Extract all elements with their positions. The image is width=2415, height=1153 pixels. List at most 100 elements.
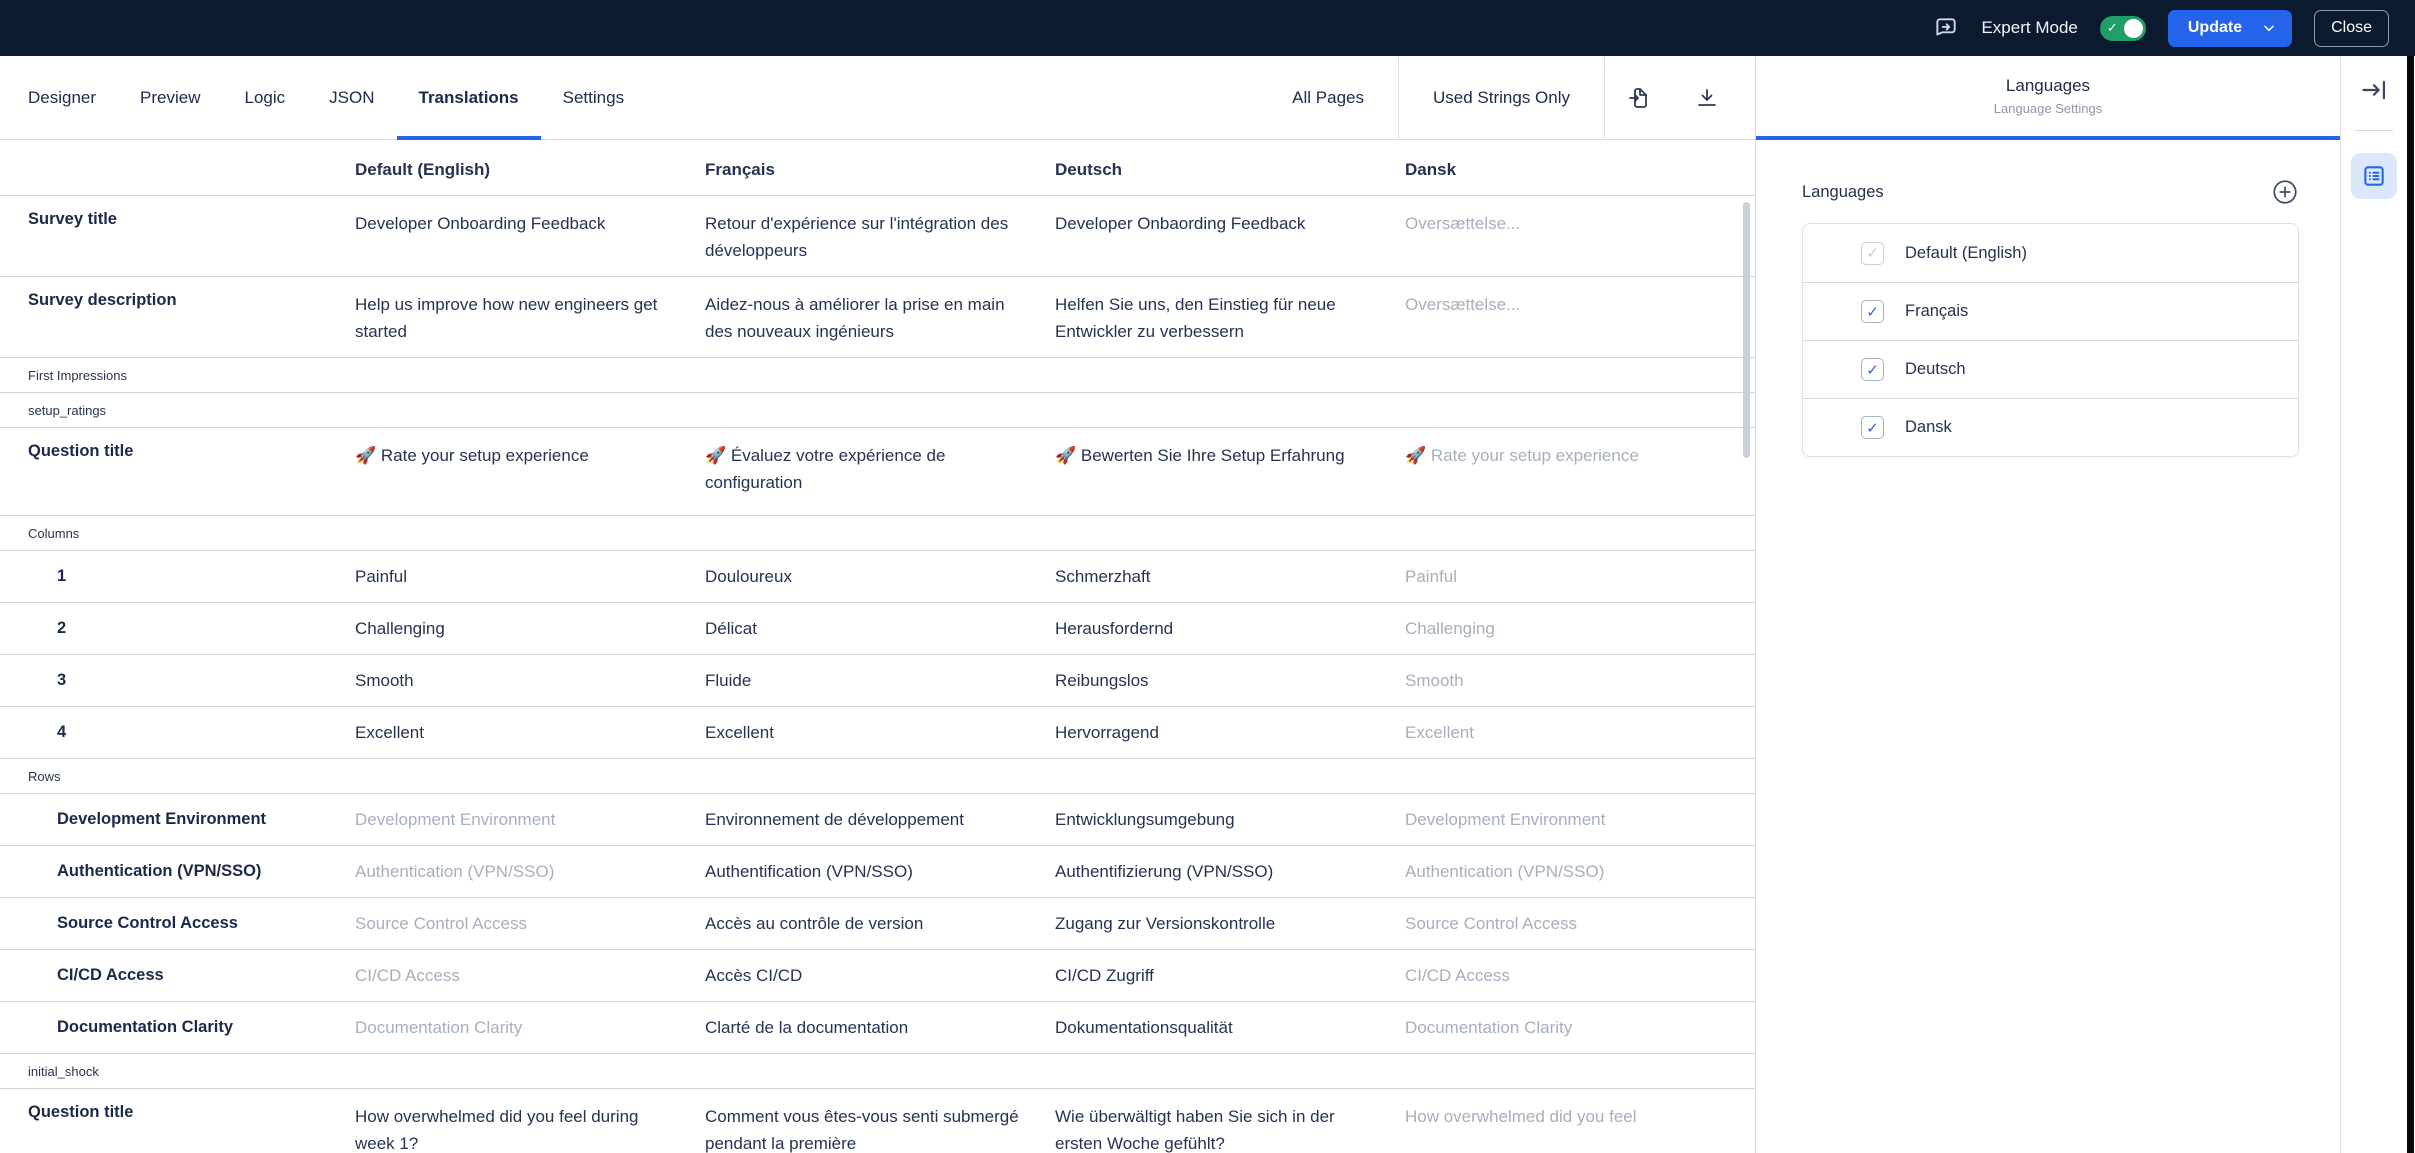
translation-cell[interactable]: Developer Onboarding Feedback [355,210,705,276]
table-row: Question titleHow overwhelmed did you fe… [0,1089,1755,1153]
translation-cell[interactable]: Development Environment [1405,806,1755,833]
translation-cell[interactable]: Painful [1405,563,1755,590]
import-strings-icon[interactable] [1605,56,1673,139]
tab-preview[interactable]: Preview [118,56,222,139]
column-header: Dansk [1405,156,1755,183]
translation-cell[interactable]: Authentication (VPN/SSO) [1405,858,1755,885]
translation-cell[interactable]: Excellent [355,719,705,746]
translation-cell[interactable]: 🚀 Évaluez votre expérience de configurat… [705,442,1055,515]
add-language-icon[interactable] [2271,178,2299,206]
language-label: Français [1905,302,1968,321]
row-label: CI/CD Access [0,966,355,985]
translation-cell[interactable]: Accès au contrôle de version [705,910,1055,937]
translation-cell[interactable]: Challenging [355,615,705,642]
row-label: Survey description [0,291,355,357]
translation-cell[interactable]: Herausfordernd [1055,615,1405,642]
translation-cell[interactable]: Source Control Access [1405,910,1755,937]
language-row[interactable]: ✓Deutsch [1803,340,2298,398]
translation-cell[interactable]: How overwhelmed did you feel during week… [355,1103,705,1153]
language-label: Dansk [1905,418,1952,437]
translation-cell[interactable]: Fluide [705,667,1055,694]
translation-cell[interactable]: Entwicklungsumgebung [1055,806,1405,833]
translations-table: Default (English)FrançaisDeutschDansk Su… [0,140,1755,1153]
translation-cell[interactable]: Challenging [1405,615,1755,642]
row-label: Question title [0,1103,355,1153]
language-checkbox[interactable]: ✓ [1861,358,1884,381]
translation-cell[interactable]: Comment vous êtes-vous senti submergé pe… [705,1103,1055,1153]
translation-cell[interactable]: Smooth [1405,667,1755,694]
panel-title: Languages [2006,76,2090,96]
tab-logic[interactable]: Logic [223,56,308,139]
language-row[interactable]: ✓ Dansk [1803,398,2298,456]
translation-cell[interactable]: Help us improve how new engineers get st… [355,291,705,357]
translation-cell[interactable]: Clarté de la documentation [705,1014,1055,1041]
translation-cell[interactable]: Dokumentationsqualität [1055,1014,1405,1041]
translation-cell[interactable]: Oversættelse... [1405,210,1755,276]
translation-cell[interactable]: Accès CI/CD [705,962,1055,989]
translation-cell[interactable]: Authentication (VPN/SSO) [355,858,705,885]
language-row[interactable]: ✓Default (English) [1803,224,2298,282]
language-checkbox[interactable]: ✓ [1861,300,1884,323]
translation-cell[interactable]: Aidez-nous à améliorer la prise en main … [705,291,1055,357]
all-pages-dropdown[interactable]: All Pages [1258,56,1398,139]
update-button[interactable]: Update [2168,10,2292,47]
translation-cell[interactable]: Douloureux [705,563,1055,590]
table-row: Survey titleDeveloper Onboarding Feedbac… [0,196,1755,277]
translation-cell[interactable]: Oversættelse... [1405,291,1755,357]
row-label: 3 [0,671,355,690]
used-strings-dropdown[interactable]: Used Strings Only [1399,56,1604,139]
translation-cell[interactable]: CI/CD Zugriff [1055,962,1405,989]
translation-cell[interactable]: Authentifizierung (VPN/SSO) [1055,858,1405,885]
row-label: Documentation Clarity [0,1018,355,1037]
translation-cell[interactable]: Wie überwältigt haben Sie sich in der er… [1055,1103,1405,1153]
translation-cell[interactable]: Excellent [1405,719,1755,746]
table-header-row: Default (English)FrançaisDeutschDansk [0,140,1755,196]
translation-cell[interactable]: Documentation Clarity [355,1014,705,1041]
tab-translations[interactable]: Translations [397,56,541,139]
translation-cell[interactable]: Zugang zur Versionskontrolle [1055,910,1405,937]
window-edge [2407,56,2414,1153]
tab-settings[interactable]: Settings [541,56,646,139]
rail-divider [2355,130,2393,131]
section-row: setup_ratings [0,393,1755,428]
translation-cell[interactable]: Environnement de développement [705,806,1055,833]
translation-cell[interactable]: Development Environment [355,806,705,833]
translation-cell[interactable]: Retour d'expérience sur l'intégration de… [705,210,1055,276]
translation-cell[interactable]: How overwhelmed did you feel [1405,1103,1755,1153]
translation-cell[interactable]: Helfen Sie uns, den Einstieg für neue En… [1055,291,1405,357]
language-row[interactable]: ✓ Français [1803,282,2298,340]
panel-header: Languages Language Settings [1756,56,2340,140]
language-checkbox[interactable]: ✓ [1861,416,1884,439]
translation-cell[interactable]: Authentification (VPN/SSO) [705,858,1055,885]
vertical-scrollbar[interactable] [1743,202,1750,458]
translation-cell[interactable]: Reibungslos [1055,667,1405,694]
row-label: 2 [0,619,355,638]
language-checkbox: ✓ [1861,242,1884,265]
close-button[interactable]: Close [2314,10,2389,47]
feedback-icon[interactable] [1933,15,1959,41]
tabbar: DesignerPreviewLogicJSONTranslationsSett… [0,56,1755,140]
table-row: Development Environment Development Envir… [0,794,1755,846]
tab-json[interactable]: JSON [307,56,396,139]
tab-designer[interactable]: Designer [6,56,118,139]
expert-mode-toggle[interactable]: ✓ [2100,16,2146,41]
collapse-panel-icon[interactable] [2360,76,2388,104]
translation-cell[interactable]: Source Control Access [355,910,705,937]
translation-cell[interactable]: Smooth [355,667,705,694]
translation-cell[interactable]: 🚀 Bewerten Sie Ihre Setup Erfahrung [1055,442,1405,515]
export-strings-icon[interactable] [1673,56,1741,139]
translation-cell[interactable]: Documentation Clarity [1405,1014,1755,1041]
language-settings-icon[interactable] [2351,153,2397,199]
side-icon-rail [2340,56,2407,1153]
creator-tabs: DesignerPreviewLogicJSONTranslationsSett… [6,56,646,139]
translation-cell[interactable]: Délicat [705,615,1055,642]
translation-cell[interactable]: CI/CD Access [1405,962,1755,989]
translation-cell[interactable]: 🚀 Rate your setup experience [355,442,705,515]
translation-cell[interactable]: 🚀 Rate your setup experience [1405,442,1755,515]
translation-cell[interactable]: CI/CD Access [355,962,705,989]
translation-cell[interactable]: Schmerzhaft [1055,563,1405,590]
translation-cell[interactable]: Developer Onbaording Feedback [1055,210,1405,276]
translation-cell[interactable]: Hervorragend [1055,719,1405,746]
translation-cell[interactable]: Excellent [705,719,1055,746]
translation-cell[interactable]: Painful [355,563,705,590]
